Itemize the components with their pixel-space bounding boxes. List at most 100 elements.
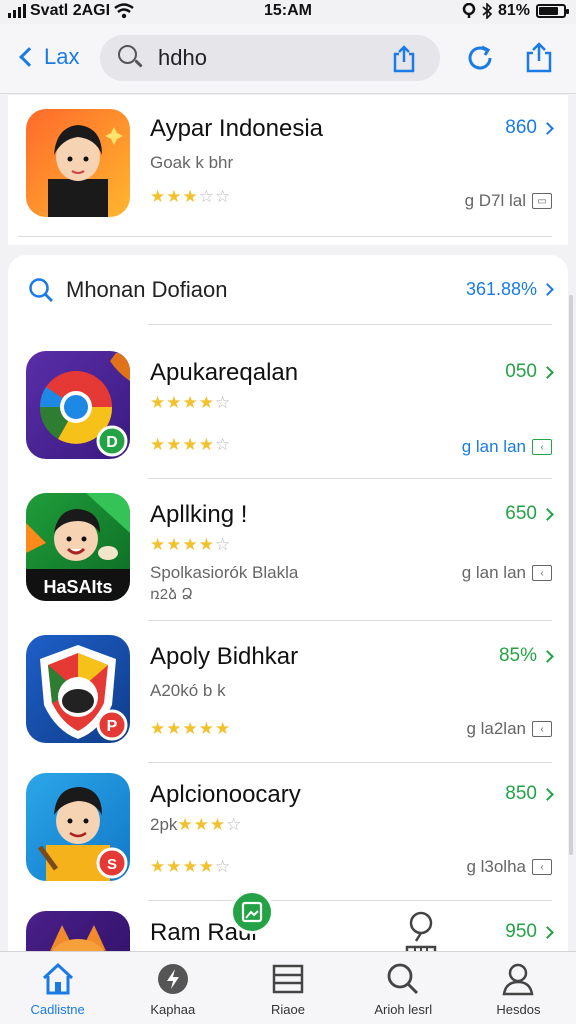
meta-label: g lan lan: [461, 563, 526, 582]
divider: [148, 324, 552, 325]
star-icon: ★: [182, 435, 199, 454]
app-name[interactable]: Apoly Bidhkar: [150, 643, 298, 671]
app-name[interactable]: Apllking !: [150, 501, 247, 529]
star-icon: ☆: [215, 187, 232, 206]
price-button[interactable]: 85%: [499, 645, 554, 667]
star-icon: ★: [150, 435, 167, 454]
search-input[interactable]: [158, 45, 378, 71]
app-subtitle: Goak k bhr: [150, 153, 234, 172]
app-name[interactable]: Apukareqalan: [150, 359, 298, 387]
tab-search[interactable]: Arioh lesrl: [346, 952, 461, 1024]
suggestion-label: Mhonan Dofiaon: [66, 277, 228, 302]
price-button[interactable]: 860: [505, 117, 554, 139]
app-icon: P: [26, 635, 130, 743]
list-item[interactable]: S Aplcionoocary 2pk ★★★☆ ★★★★☆ 850 g l3o…: [8, 761, 568, 901]
location-icon: [462, 3, 476, 18]
price-label: 950: [505, 921, 537, 942]
image-badge-button[interactable]: [230, 890, 274, 934]
chevron-right-icon: [541, 365, 554, 379]
tab-home[interactable]: Cadlistne: [0, 952, 115, 1024]
app-subtitle-2: ռ2ձ Ձ: [150, 586, 193, 603]
price-button[interactable]: 850: [505, 783, 554, 805]
chevron-right-icon: [541, 925, 554, 939]
star-icon: ★: [150, 393, 167, 412]
star-icon: ☆: [198, 187, 215, 206]
card-icon: ‹: [532, 565, 552, 581]
cat-icon: [50, 925, 106, 951]
price-button[interactable]: 650: [505, 503, 554, 525]
share-icon[interactable]: [392, 45, 416, 73]
list-item[interactable]: Aypar Indonesia Goak k bhr ★★★☆☆ 860 g D…: [8, 95, 568, 235]
list-item[interactable]: Ram Raul ★★★☆☆ 950: [8, 899, 568, 951]
tab-bolt[interactable]: Kaphaa: [115, 952, 230, 1024]
tab-list[interactable]: Riaoe: [230, 952, 345, 1024]
star-icon: ★: [166, 393, 183, 412]
app-icon: S: [26, 773, 130, 881]
list-item[interactable]: HaSAIts Apllking ! ★★★★☆ Spolkasiorók Bl…: [8, 481, 568, 621]
app-meta[interactable]: g lan lan ‹: [462, 563, 552, 583]
avatar-illustration: [48, 125, 123, 217]
meta-label: g D7l lal: [464, 191, 526, 210]
price-label: 650: [505, 503, 537, 524]
bolt-icon: [157, 964, 188, 994]
bluetooth-icon: [482, 3, 492, 19]
person-icon: [502, 963, 534, 996]
star-rating: ★★★★☆: [150, 857, 231, 877]
scrollbar[interactable]: [569, 295, 573, 855]
list-icon: [272, 964, 304, 994]
search-field[interactable]: [100, 35, 440, 81]
star-icon: ★: [182, 187, 199, 206]
svg-text:HaSAIts: HaSAIts: [43, 577, 112, 597]
top-app-card[interactable]: Aypar Indonesia Goak k bhr ★★★☆☆ 860 g D…: [8, 95, 568, 245]
app-meta[interactable]: g lan lan ‹: [462, 437, 552, 457]
star-icon: ★: [150, 857, 167, 876]
chevron-right-icon: [541, 649, 554, 663]
price-label: 860: [505, 117, 537, 138]
star-icon: ★: [209, 815, 227, 834]
star-icon: ☆: [215, 857, 232, 876]
star-icon: ☆: [215, 535, 232, 554]
app-icon: D: [26, 351, 130, 459]
star-icon: ★: [198, 435, 215, 454]
star-rating: ★★★★☆: [150, 435, 231, 455]
divider: [148, 620, 552, 621]
tab-profile[interactable]: Hesdos: [461, 952, 576, 1024]
star-icon: ☆: [226, 815, 243, 834]
tab-label: Kaphaa: [150, 1002, 196, 1017]
app-meta[interactable]: g l3olha ‹: [466, 857, 552, 877]
divider: [18, 236, 552, 237]
star-icon: ★: [182, 857, 199, 876]
star-icon: ★: [182, 393, 199, 412]
refresh-icon[interactable]: [464, 42, 496, 74]
results-card: Mhonan Dofiaon 361.88% D Apukareqalan ★★…: [8, 255, 568, 951]
price-button[interactable]: 950: [505, 921, 554, 943]
suggestion-value[interactable]: 361.88%: [466, 279, 554, 300]
svg-text:D: D: [106, 434, 118, 451]
list-item[interactable]: D Apukareqalan ★★★★☆ ★★★★☆ 050 g lan lan…: [8, 339, 568, 479]
app-name[interactable]: Aplcionoocary: [150, 781, 301, 809]
back-button[interactable]: Lax: [18, 44, 79, 70]
chrome-icon: D: [39, 353, 130, 457]
card-icon: ‹: [532, 721, 552, 737]
list-item[interactable]: P Apoly Bidhkar A20kó b k ★★★★★ 85% g la…: [8, 623, 568, 763]
pin-icon: [405, 911, 437, 951]
search-suggestion[interactable]: Mhonan Dofiaon 361.88%: [8, 255, 568, 325]
star-rating: ★★★★★: [150, 719, 231, 739]
app-meta[interactable]: g D7l lal ▭: [465, 191, 552, 211]
app-icon: [26, 911, 130, 951]
star-icon: ★: [182, 719, 199, 738]
chevron-right-icon: [541, 507, 554, 521]
app-meta[interactable]: g la2lan ‹: [466, 719, 552, 739]
app-name[interactable]: Aypar Indonesia: [150, 115, 323, 143]
star-icon: ★: [166, 535, 183, 554]
back-label: Lax: [44, 44, 80, 69]
price-button[interactable]: 050: [505, 361, 554, 383]
subtitle-rating: 2pk ★★★☆: [150, 815, 242, 835]
cartoon-boy-icon: S: [37, 787, 128, 881]
star-icon: ★: [198, 719, 215, 738]
chevron-right-icon: [541, 283, 554, 296]
results-list[interactable]: Aypar Indonesia Goak k bhr ★★★☆☆ 860 g D…: [0, 95, 576, 951]
tab-bar: Cadlistne Kaphaa Riaoe Arioh lesrl Hesdo…: [0, 951, 576, 1024]
price-label: 850: [505, 783, 537, 804]
upload-icon[interactable]: [524, 42, 554, 74]
